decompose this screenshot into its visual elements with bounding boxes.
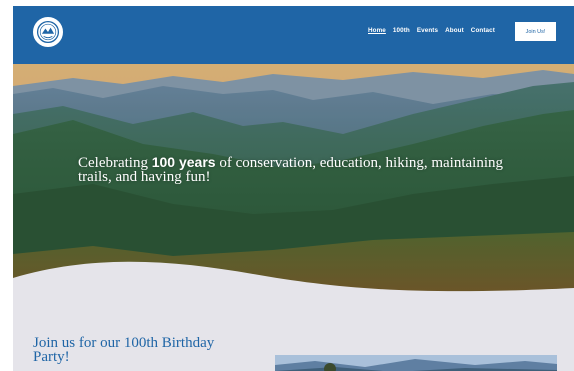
join-us-button[interactable]: Join Us! [515, 22, 556, 41]
party-photo [275, 355, 557, 371]
site-header: Home 100th Events About Contact Join Us! [13, 6, 574, 64]
nav-about[interactable]: About [445, 27, 464, 34]
main-nav: Home 100th Events About Contact [368, 27, 495, 34]
nav-home[interactable]: Home [368, 27, 386, 34]
party-heading: Join us for our 100th Birthday Party! [33, 335, 215, 365]
nav-contact[interactable]: Contact [471, 27, 495, 34]
hero-banner: Celebrating 100 years of conservation, e… [13, 64, 574, 296]
nav-100th[interactable]: 100th [393, 27, 410, 34]
hero-tagline: Celebrating 100 years of conservation, e… [78, 155, 538, 184]
page-frame: Home 100th Events About Contact Join Us! [13, 6, 574, 371]
nav-events[interactable]: Events [417, 27, 438, 34]
club-logo-icon[interactable] [33, 17, 63, 47]
mountain-photo-image [275, 355, 557, 371]
